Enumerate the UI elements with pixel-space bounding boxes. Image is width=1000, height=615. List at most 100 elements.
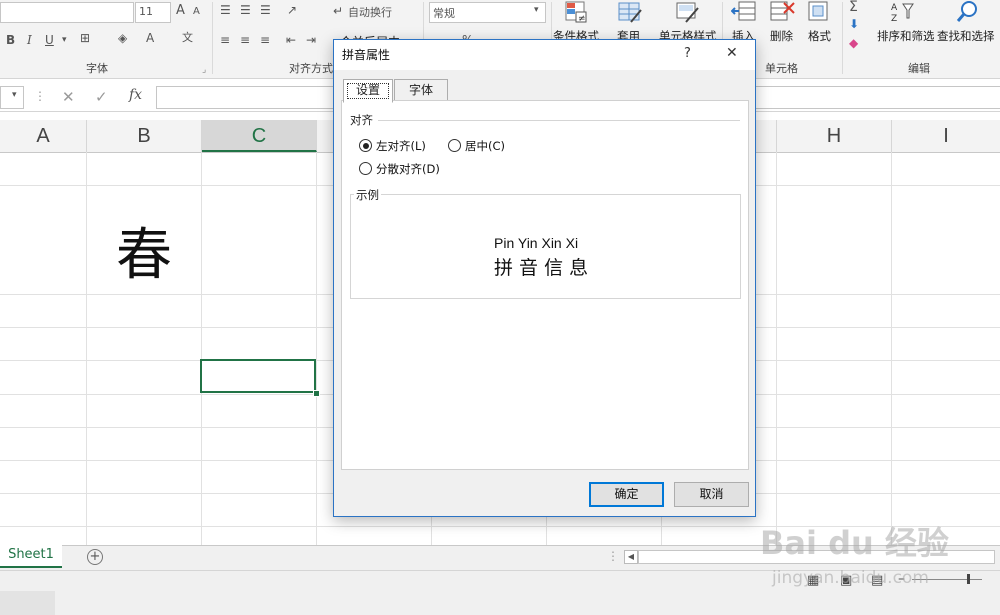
grid-line xyxy=(201,152,202,545)
zoom-slider-handle[interactable] xyxy=(967,574,970,584)
conditional-format-icon[interactable]: ≠ xyxy=(563,0,589,24)
cells-group-label: 单元格 xyxy=(765,62,798,75)
wrap-text-icon[interactable]: ↵ xyxy=(333,4,343,18)
format-as-table-icon[interactable] xyxy=(617,0,643,24)
tab-font[interactable]: 字体 xyxy=(394,79,448,102)
dialog-titlebar xyxy=(334,40,755,70)
settings-panel: 对齐 左对齐(L) 居中(C) 分散对齐(D) 示例 Pin Yin Xin X… xyxy=(341,100,749,470)
decrease-indent-icon[interactable]: ⇤ xyxy=(286,33,296,47)
cell-styles-icon[interactable] xyxy=(674,0,700,24)
preview-text: 拼 音 信 息 xyxy=(494,257,589,279)
font-name-box[interactable] xyxy=(0,2,134,23)
svg-text:A: A xyxy=(891,3,898,13)
left-align-label[interactable]: 左对齐(L) xyxy=(376,138,426,154)
grid-line xyxy=(776,152,777,545)
bold-button[interactable]: B xyxy=(6,33,15,47)
fill-color-icon[interactable]: ◈ xyxy=(118,31,127,45)
chevron-down-icon: ▾ xyxy=(534,5,539,15)
align-right-icon[interactable]: ≡ xyxy=(260,33,270,47)
italic-button[interactable]: I xyxy=(27,33,32,47)
grid-line xyxy=(316,152,317,545)
align-bottom-icon[interactable]: ☰ xyxy=(260,3,271,17)
column-header-a[interactable]: A xyxy=(0,120,87,152)
align-middle-icon[interactable]: ☰ xyxy=(240,3,251,17)
font-shrink-icon[interactable]: A xyxy=(193,5,200,19)
active-cell[interactable] xyxy=(200,359,316,393)
radio-center[interactable] xyxy=(448,139,461,152)
column-header-c[interactable]: C xyxy=(202,120,317,152)
column-header-i[interactable]: I xyxy=(892,120,1000,152)
status-left xyxy=(0,591,55,615)
svg-text:Z: Z xyxy=(891,14,897,24)
find-select-icon[interactable] xyxy=(955,0,981,24)
increase-indent-icon[interactable]: ⇥ xyxy=(306,33,316,47)
add-sheet-button[interactable]: + xyxy=(87,549,103,565)
underline-button[interactable]: U xyxy=(45,33,54,47)
underline-dropdown-icon[interactable]: ▾ xyxy=(62,33,67,47)
distributed-label[interactable]: 分散对齐(D) xyxy=(376,161,440,177)
align-center-icon[interactable]: ≡ xyxy=(240,33,250,47)
dialog-title: 拼音属性 xyxy=(342,48,391,62)
delete-icon[interactable] xyxy=(769,0,795,24)
radio-left-align[interactable] xyxy=(359,139,372,152)
column-header-h[interactable]: H xyxy=(777,120,892,152)
delete-button[interactable]: 删除 xyxy=(770,28,793,44)
format-button[interactable]: 格式 xyxy=(808,28,831,44)
font-size-value: 11 xyxy=(139,5,153,18)
fill-icon[interactable]: ⬇ xyxy=(849,17,859,31)
scroll-left-icon[interactable]: ◀ xyxy=(624,550,638,564)
insert-icon[interactable] xyxy=(730,0,757,24)
preview-pinyin: Pin Yin Xin Xi xyxy=(494,235,579,251)
borders-icon[interactable]: ⊞ xyxy=(80,31,90,45)
align-top-icon[interactable]: ☰ xyxy=(220,3,231,17)
fill-handle[interactable] xyxy=(313,390,320,397)
editing-group-label: 编辑 xyxy=(908,62,930,75)
column-header-b[interactable]: B xyxy=(87,120,202,152)
phonetic-settings-dialog: 拼音属性 ? ✕ 设置 字体 对齐 左对齐(L) 居中(C) 分散对齐(D) 示… xyxy=(333,39,756,517)
font-size-box[interactable]: 11 xyxy=(135,2,171,23)
separator xyxy=(842,2,843,74)
section-divider xyxy=(378,120,740,121)
enter-icon[interactable]: ✓ xyxy=(95,88,108,106)
close-button[interactable]: ✕ xyxy=(726,45,738,61)
cancel-button[interactable]: 取消 xyxy=(674,482,749,507)
center-label[interactable]: 居中(C) xyxy=(465,138,505,154)
watermark-url: jingyan.baidu.com xyxy=(772,568,929,588)
autosum-icon[interactable]: Σ xyxy=(849,0,858,14)
find-select-button[interactable]: 查找和选择 xyxy=(937,28,995,44)
wrap-text-button[interactable]: 自动换行 xyxy=(348,4,392,20)
preview-section-label: 示例 xyxy=(354,187,381,203)
more-icon: ⋮ xyxy=(607,549,619,563)
cell-b-value[interactable]: 春 xyxy=(87,186,201,294)
format-icon[interactable] xyxy=(806,0,832,24)
font-grow-icon[interactable]: A xyxy=(176,4,185,18)
name-box[interactable]: ▾ xyxy=(0,86,24,109)
sort-filter-icon[interactable]: AZ xyxy=(890,0,916,24)
watermark-brand: Bai du 经验 xyxy=(760,524,949,562)
alignment-group-label: 对齐方式 xyxy=(289,62,333,75)
dialog-launcher-icon[interactable]: ⌟ xyxy=(202,63,206,77)
radio-distributed[interactable] xyxy=(359,162,372,175)
number-format-box[interactable]: 常规 ▾ xyxy=(429,2,546,23)
svg-text:≠: ≠ xyxy=(578,14,586,24)
font-color-icon[interactable]: A xyxy=(146,31,154,45)
sheet-tab-sheet1[interactable]: Sheet1 xyxy=(0,545,62,568)
chevron-down-icon: ▾ xyxy=(12,90,17,100)
font-group-label: 字体 xyxy=(86,62,108,75)
pinyin-icon[interactable]: 文 xyxy=(182,31,193,45)
ok-button[interactable]: 确定 xyxy=(589,482,664,507)
grid-line xyxy=(891,152,892,545)
insert-function-button[interactable]: fx xyxy=(129,87,142,103)
separator xyxy=(212,2,213,74)
sort-filter-button[interactable]: 排序和筛选 xyxy=(877,28,935,44)
tab-settings[interactable]: 设置 xyxy=(343,79,393,103)
number-format-value: 常规 xyxy=(433,7,455,20)
more-icon: ⋮ xyxy=(34,89,46,103)
focus-ring xyxy=(347,83,389,99)
clear-icon[interactable]: ◆ xyxy=(849,36,858,50)
cancel-icon[interactable]: ✕ xyxy=(62,88,75,106)
help-button[interactable]: ? xyxy=(684,46,691,61)
align-left-icon[interactable]: ≡ xyxy=(220,33,230,47)
orientation-icon[interactable]: ↗ xyxy=(287,3,297,17)
alignment-section-label: 对齐 xyxy=(350,113,373,127)
